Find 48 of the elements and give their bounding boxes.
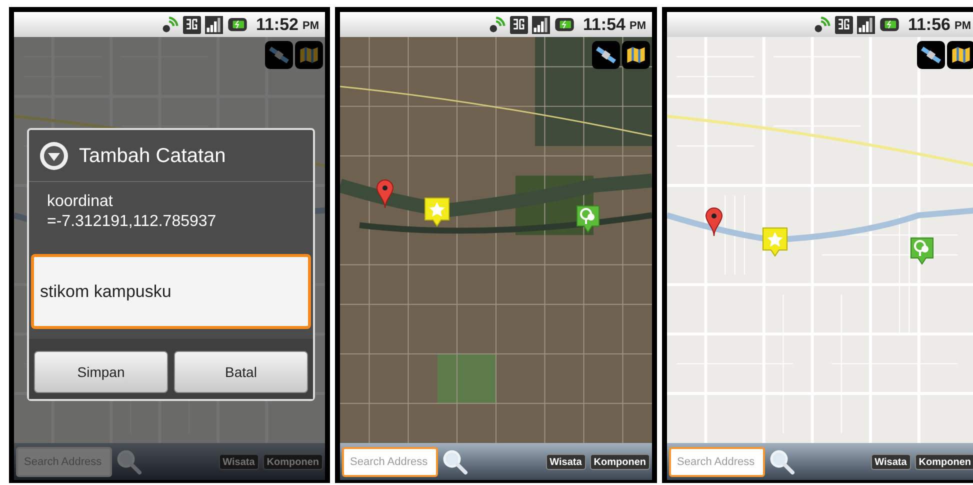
bar-button[interactable]: Wisata (546, 454, 586, 470)
status-ampm: PM (302, 18, 319, 34)
search-address-field[interactable]: Search Address (669, 446, 765, 476)
signal-bars-icon (856, 16, 875, 34)
battery-charging-icon (226, 17, 248, 32)
search-address-field[interactable]: Search Address (342, 446, 438, 476)
status-time: 11:54 (582, 14, 626, 36)
dialog-button[interactable]: Simpan (34, 351, 168, 393)
gps-signal-icon (488, 16, 506, 34)
star-marker-icon[interactable] (424, 197, 450, 227)
bar-button[interactable]: Wisata (218, 454, 259, 470)
satellite-icon (595, 44, 617, 66)
tree-marker-icon[interactable] (910, 237, 934, 265)
search-icon[interactable] (116, 448, 142, 474)
satellite-view-button[interactable] (917, 41, 945, 69)
dialog-button[interactable]: Batal (174, 351, 308, 393)
satellite-icon (268, 44, 290, 66)
gps-signal-icon (160, 16, 179, 34)
status-time: 11:52 (256, 14, 298, 36)
dialog-message: koordinat (47, 192, 114, 212)
3g-network-icon (182, 16, 201, 34)
battery-charging-icon (554, 17, 575, 32)
search-icon[interactable] (442, 448, 468, 474)
battery-charging-icon (878, 17, 900, 32)
note-input-field[interactable]: stikom kampusku (31, 254, 311, 329)
tree-marker-icon[interactable] (576, 205, 600, 233)
signal-bars-icon (532, 16, 550, 34)
3g-network-icon (510, 16, 528, 34)
3g-network-icon (834, 16, 853, 34)
bar-button[interactable]: Wisata (870, 454, 911, 470)
status-ampm: PM (630, 18, 646, 34)
signal-bars-icon (204, 16, 223, 34)
dialog-message: =-7.312191,112.785937 (47, 212, 218, 232)
satellite-view-button[interactable] (592, 41, 620, 69)
satellite-icon (920, 44, 942, 66)
bar-button[interactable]: Komponen (262, 454, 323, 470)
gps-signal-icon (812, 16, 831, 34)
status-time: 11:56 (908, 14, 950, 36)
dropdown-circle-icon (39, 140, 69, 170)
bar-button[interactable]: Komponen (914, 454, 973, 470)
map-pin-icon[interactable] (705, 207, 723, 237)
star-marker-icon[interactable] (762, 227, 788, 257)
search-icon[interactable] (769, 448, 795, 474)
status-ampm: PM (954, 18, 971, 34)
bar-button[interactable]: Komponen (590, 454, 650, 470)
map-view-button[interactable] (622, 41, 650, 69)
dialog-title: Tambah Catatan (79, 144, 226, 168)
map-view-button[interactable] (947, 41, 973, 69)
